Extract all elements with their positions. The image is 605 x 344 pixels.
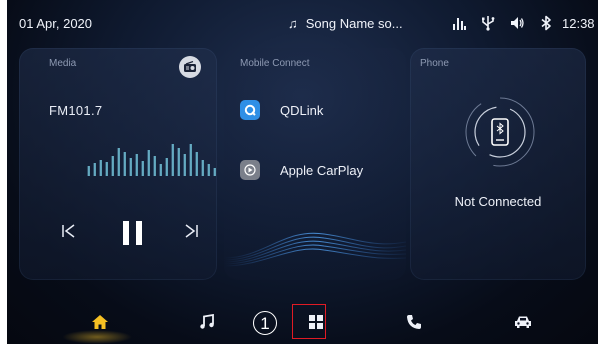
- apps-highlight-box: [292, 304, 326, 339]
- home-active-glow: [62, 330, 132, 344]
- callout-marker: 1: [253, 311, 277, 335]
- music-note-icon: ♫: [288, 16, 298, 31]
- carplay-icon: [240, 160, 260, 180]
- phone-status: Not Connected: [454, 194, 542, 209]
- app-apple-carplay[interactable]: Apple CarPlay: [240, 160, 363, 180]
- music-icon[interactable]: [197, 312, 217, 332]
- home-icon[interactable]: [90, 312, 110, 332]
- pause-icon[interactable]: [120, 220, 146, 246]
- media-card-title: Media: [49, 58, 77, 69]
- usb-icon: [482, 16, 495, 31]
- phone-card-title: Phone: [420, 58, 449, 69]
- status-time: 12:38: [562, 16, 595, 31]
- mobile-connect-card: Mobile Connect QDLink Apple CarPlay: [224, 48, 406, 280]
- volume-icon[interactable]: [509, 15, 525, 31]
- app-label: QDLink: [280, 102, 324, 118]
- station-frequency: FM101.7: [49, 103, 103, 118]
- mobile-connect-title: Mobile Connect: [240, 58, 310, 69]
- head-unit-screen: 01 Apr, 2020 ♫ Song Name so... 12:38 Medi…: [7, 0, 598, 344]
- bluetooth-phone-icon: [465, 97, 535, 167]
- bluetooth-icon: [541, 15, 551, 31]
- previous-icon[interactable]: [61, 223, 77, 239]
- status-date: 01 Apr, 2020: [19, 16, 93, 31]
- signal-icon: [453, 18, 466, 30]
- wave-decoration: [224, 232, 406, 267]
- next-icon[interactable]: [183, 223, 199, 239]
- car-icon[interactable]: [513, 312, 533, 332]
- phone-card[interactable]: Phone Not Connected: [410, 48, 586, 280]
- radio-icon[interactable]: [179, 56, 201, 78]
- media-card[interactable]: Media FM101.7: [19, 48, 217, 280]
- equalizer-visualization: [87, 144, 216, 176]
- app-qdlink[interactable]: QDLink: [240, 100, 323, 120]
- song-name: Song Name so...: [305, 16, 403, 31]
- status-bar: 01 Apr, 2020 ♫ Song Name so... 12:38: [7, 0, 598, 42]
- phone-icon[interactable]: [404, 312, 424, 332]
- app-label: Apple CarPlay: [280, 162, 364, 178]
- now-playing[interactable]: ♫ Song Name so...: [288, 16, 403, 31]
- qdlink-icon: [240, 100, 260, 120]
